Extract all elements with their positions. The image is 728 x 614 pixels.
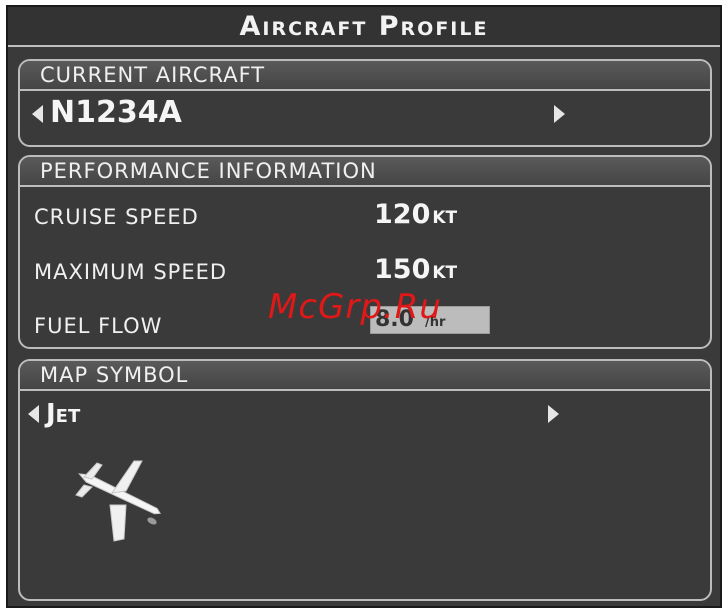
map-symbol-value: Jet bbox=[46, 399, 81, 429]
performance-header: PERFORMANCE INFORMATION bbox=[20, 157, 710, 187]
map-symbol-box: MAP SYMBOL Jet bbox=[18, 359, 712, 601]
title-bar: Aircraft Profile bbox=[8, 7, 720, 47]
fuel-flow-label: FUEL FLOW bbox=[34, 314, 163, 338]
current-aircraft-header-label: CURRENT AIRCRAFT bbox=[40, 63, 266, 87]
current-aircraft-value: N1234A bbox=[50, 95, 182, 130]
current-aircraft-header: CURRENT AIRCRAFT bbox=[20, 61, 710, 91]
jet-aircraft-icon bbox=[75, 460, 161, 542]
current-aircraft-box: CURRENT AIRCRAFT N1234A bbox=[18, 59, 712, 147]
watermark: McGrp.Ru bbox=[268, 287, 442, 327]
arrow-left-icon[interactable] bbox=[32, 105, 43, 123]
cruise-speed-number: 120 bbox=[374, 199, 431, 230]
maximum-speed-number: 150 bbox=[374, 254, 431, 285]
map-symbol-header: MAP SYMBOL bbox=[20, 361, 710, 391]
maximum-speed-value[interactable]: 150 KT bbox=[374, 254, 457, 285]
maximum-speed-label: MAXIMUM SPEED bbox=[34, 260, 228, 284]
maximum-speed-unit: KT bbox=[432, 263, 458, 283]
page-title: Aircraft Profile bbox=[239, 10, 489, 42]
cruise-speed-unit: KT bbox=[432, 208, 458, 228]
arrow-right-icon[interactable] bbox=[554, 105, 565, 123]
cruise-speed-label: CRUISE SPEED bbox=[34, 205, 199, 229]
arrow-right-icon[interactable] bbox=[548, 405, 559, 423]
current-aircraft-selector[interactable]: N1234A bbox=[20, 91, 710, 135]
cruise-speed-value[interactable]: 120 KT bbox=[374, 199, 457, 230]
map-symbol-header-label: MAP SYMBOL bbox=[40, 363, 189, 387]
map-symbol-selector[interactable]: Jet bbox=[20, 391, 710, 435]
arrow-left-icon[interactable] bbox=[28, 405, 39, 423]
performance-header-label: PERFORMANCE INFORMATION bbox=[40, 159, 377, 183]
